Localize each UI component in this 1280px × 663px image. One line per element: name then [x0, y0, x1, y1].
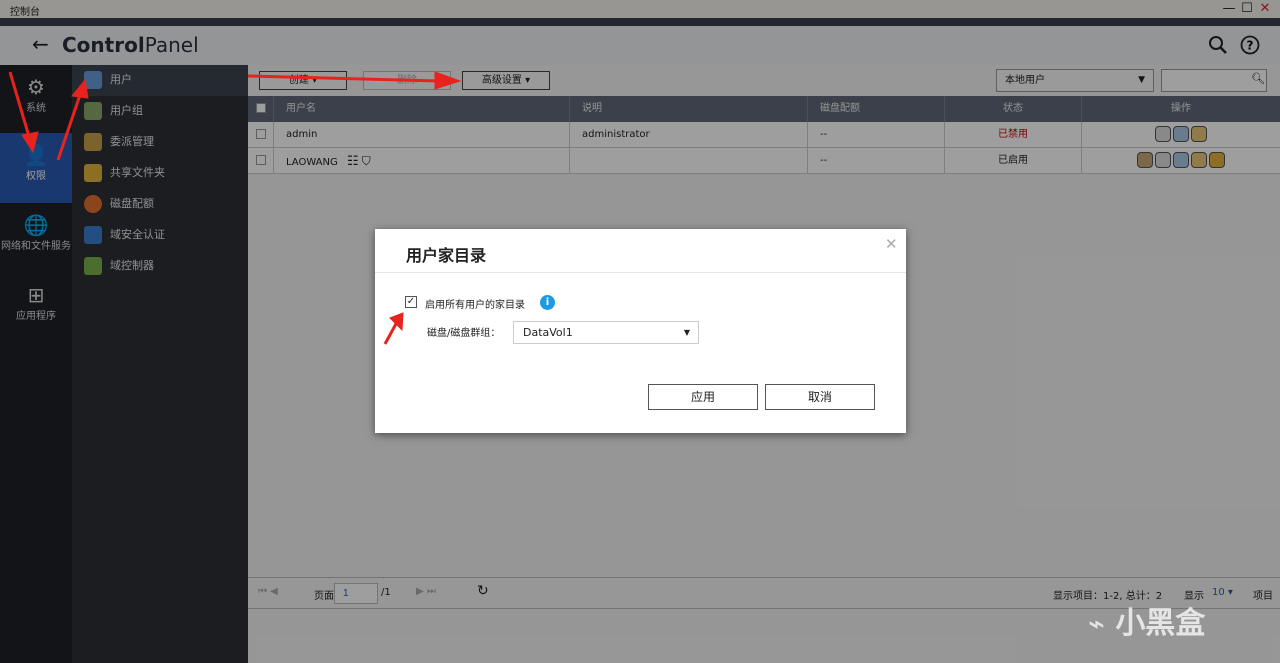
volume-label: 磁盘/磁盘群组： — [427, 328, 501, 339]
volume-select[interactable]: DataVol1 ▼ — [513, 321, 699, 344]
apply-button[interactable]: 应用 — [648, 384, 758, 410]
watermark-text: 小黑盒 — [1115, 606, 1206, 641]
enable-home-checkbox[interactable]: ✓ — [405, 296, 417, 308]
enable-home-label: 启用所有用户的家目录 — [425, 300, 525, 311]
dialog-header: 用户家目录 ✕ — [375, 229, 906, 273]
watermark-logo: ⌁ 小黑盒 — [1088, 598, 1205, 642]
chevron-down-icon: ▼ — [683, 328, 690, 337]
home-folder-dialog: 用户家目录 ✕ ✓ 启用所有用户的家目录 i 磁盘/磁盘群组： DataVol1… — [375, 229, 906, 433]
info-icon[interactable]: i — [540, 295, 555, 310]
watermark-mark: ⌁ — [1088, 607, 1105, 640]
close-icon[interactable]: ✕ — [885, 235, 898, 253]
volume-value: DataVol1 — [523, 326, 573, 339]
dialog-title: 用户家目录 — [406, 246, 487, 265]
cancel-button[interactable]: 取消 — [765, 384, 875, 410]
